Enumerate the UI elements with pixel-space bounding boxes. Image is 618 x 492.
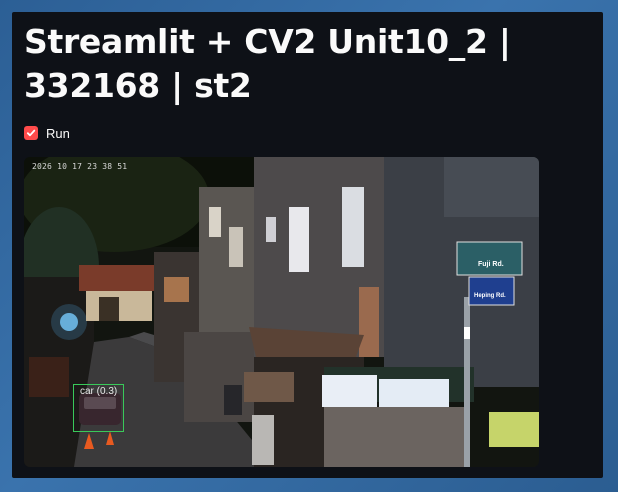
page-title: Streamlit + CV2 Unit10_2 | 332168 | st2 xyxy=(24,22,511,105)
street-sign-bottom: Heping Rd. xyxy=(474,293,506,299)
checkbox-checked-icon[interactable] xyxy=(24,126,38,140)
streamlit-app: Streamlit + CV2 Unit10_2 | 332168 | st2 … xyxy=(12,12,603,478)
street-sign-top: Fuji Rd. xyxy=(478,261,504,268)
timestamp-overlay: 2026 10 17 23 38 51 xyxy=(32,162,128,171)
run-label: Run xyxy=(46,125,70,141)
video-frame: 2026 10 17 23 38 51 car (0.3) Fuji Rd. H… xyxy=(24,157,539,467)
detection-label: car (0.3) xyxy=(80,386,118,397)
run-checkbox[interactable]: Run xyxy=(24,124,70,142)
